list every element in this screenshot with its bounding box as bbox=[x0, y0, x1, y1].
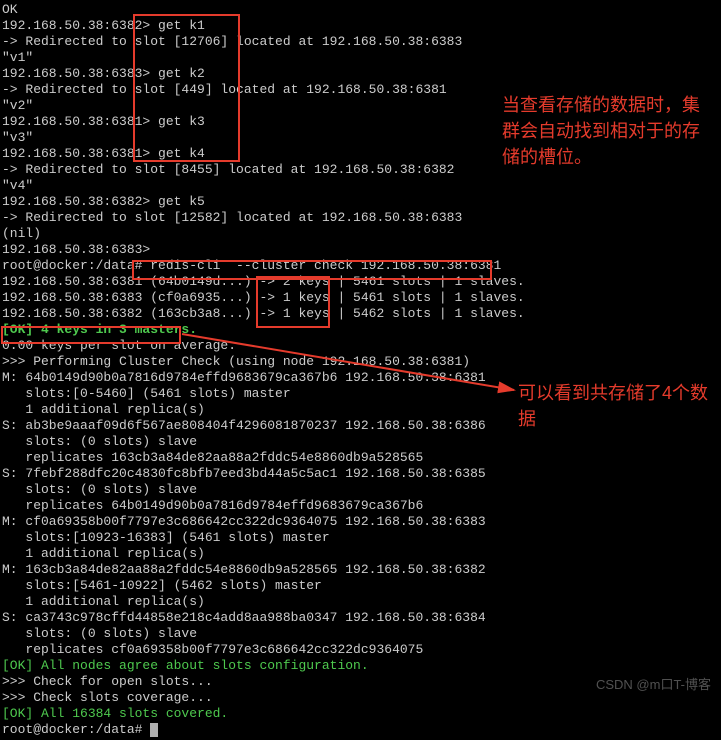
terminal-line: root@docker:/data# redis-cli --cluster c… bbox=[2, 258, 719, 274]
terminal-line: -> Redirected to slot [12582] located at… bbox=[2, 210, 719, 226]
terminal-line: 192.168.50.38:6383> bbox=[2, 242, 719, 258]
terminal-line: [OK] 4 keys in 3 masters. bbox=[2, 322, 719, 338]
terminal-line: replicates 163cb3a84de82aa88a2fddc54e886… bbox=[2, 450, 719, 466]
terminal-line: "v4" bbox=[2, 178, 719, 194]
terminal-line: OK bbox=[2, 2, 719, 18]
terminal-line: replicates cf0a69358b00f7797e3c686642cc3… bbox=[2, 642, 719, 658]
terminal-line: slots: (0 slots) slave bbox=[2, 626, 719, 642]
terminal-line: S: 7febf288dfc20c4830fc8bfb7eed3bd44a5c5… bbox=[2, 466, 719, 482]
terminal-line: >>> Performing Cluster Check (using node… bbox=[2, 354, 719, 370]
terminal-line: slots:[5461-10922] (5462 slots) master bbox=[2, 578, 719, 594]
terminal-line: 1 additional replica(s) bbox=[2, 594, 719, 610]
annotation-slot-lookup: 当查看存储的数据时，集群会自动找到相对于的存储的槽位。 bbox=[502, 92, 712, 170]
terminal-line: [OK] All nodes agree about slots configu… bbox=[2, 658, 719, 674]
terminal-line: root@docker:/data# bbox=[2, 722, 719, 738]
terminal-line: M: 163cb3a84de82aa88a2fddc54e8860db9a528… bbox=[2, 562, 719, 578]
terminal-line: 192.168.50.38:6381 (64b0149d...) -> 2 ke… bbox=[2, 274, 719, 290]
watermark: CSDN @m口T-博客 bbox=[596, 677, 711, 693]
terminal-line: 192.168.50.38:6382> get k1 bbox=[2, 18, 719, 34]
terminal-line: 192.168.50.38:6383 (cf0a6935...) -> 1 ke… bbox=[2, 290, 719, 306]
terminal-line: 192.168.50.38:6382> get k5 bbox=[2, 194, 719, 210]
terminal-line: (nil) bbox=[2, 226, 719, 242]
terminal-line: [OK] All 16384 slots covered. bbox=[2, 706, 719, 722]
terminal-line: M: cf0a69358b00f7797e3c686642cc322dc9364… bbox=[2, 514, 719, 530]
terminal-line: slots: (0 slots) slave bbox=[2, 482, 719, 498]
terminal-line: 192.168.50.38:6382 (163cb3a8...) -> 1 ke… bbox=[2, 306, 719, 322]
cursor bbox=[150, 723, 158, 737]
terminal-line: 192.168.50.38:6383> get k2 bbox=[2, 66, 719, 82]
terminal-line: -> Redirected to slot [12706] located at… bbox=[2, 34, 719, 50]
annotation-key-count: 可以看到共存储了4个数据 bbox=[518, 380, 718, 432]
terminal-line: S: ca3743c978cffd44858e218c4add8aa988ba0… bbox=[2, 610, 719, 626]
terminal-line: slots: (0 slots) slave bbox=[2, 434, 719, 450]
terminal-line: "v1" bbox=[2, 50, 719, 66]
terminal-line: replicates 64b0149d90b0a7816d9784effd968… bbox=[2, 498, 719, 514]
terminal-line: 0.00 keys per slot on average. bbox=[2, 338, 719, 354]
terminal-line: slots:[10923-16383] (5461 slots) master bbox=[2, 530, 719, 546]
terminal-line: 1 additional replica(s) bbox=[2, 546, 719, 562]
